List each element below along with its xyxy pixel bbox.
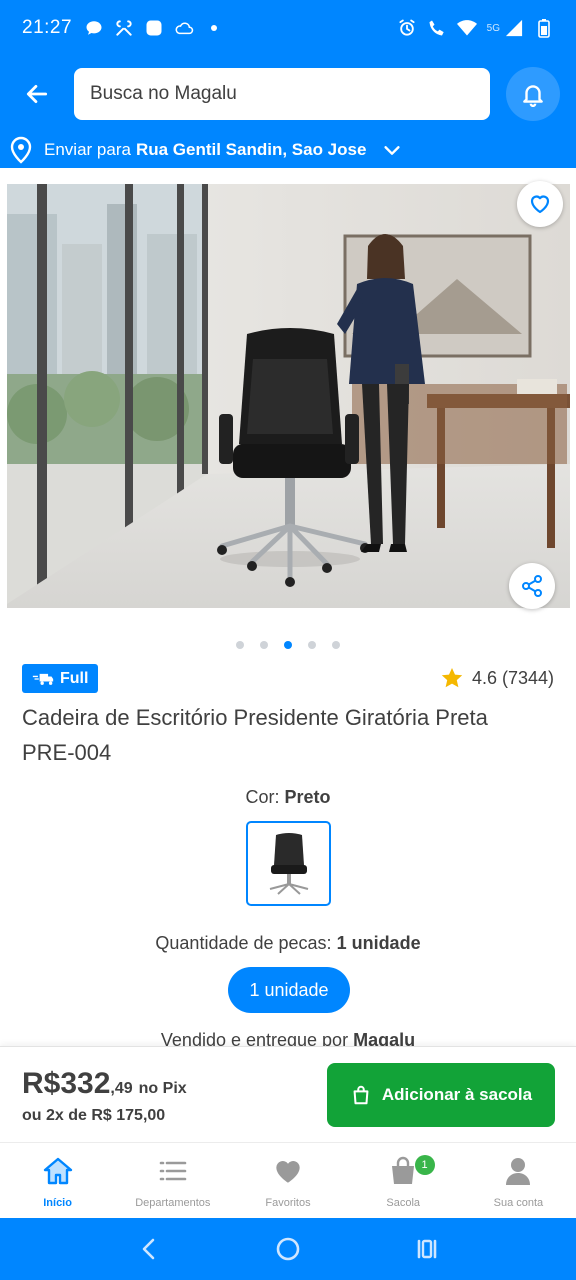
header bbox=[0, 56, 576, 132]
price-cents: ,49 bbox=[110, 1080, 133, 1097]
quantity-label-text: Quantidade de pecas: bbox=[155, 933, 332, 953]
heart-outline-icon bbox=[530, 195, 550, 214]
nav-label: Sacola bbox=[386, 1197, 421, 1209]
chevron-down-icon bbox=[380, 138, 404, 162]
status-time: 21:27 bbox=[22, 17, 73, 38]
product-gallery bbox=[0, 168, 576, 623]
location-pin-icon bbox=[8, 136, 34, 164]
nav-sacola[interactable]: 1 Sacola bbox=[346, 1143, 461, 1218]
gallery-dot[interactable] bbox=[332, 641, 340, 649]
full-badge: Full bbox=[22, 664, 99, 693]
delivery-address[interactable]: Enviar para Rua Gentil Sandin, Sao Jose bbox=[0, 132, 576, 168]
android-recents-button[interactable] bbox=[407, 1229, 447, 1269]
nav-label: Favoritos bbox=[265, 1197, 311, 1209]
back-button[interactable] bbox=[16, 73, 58, 115]
color-option-preto[interactable] bbox=[246, 821, 331, 906]
price-integer: R$332 bbox=[22, 1067, 111, 1100]
system-icons: 5G bbox=[397, 18, 554, 38]
rating-value: 4.6 (7344) bbox=[471, 667, 554, 688]
share-button[interactable] bbox=[509, 563, 555, 609]
address-street: Rua Gentil Sandin, Sao Jose bbox=[135, 140, 367, 159]
user-icon bbox=[502, 1155, 534, 1187]
cloud-icon bbox=[174, 18, 194, 38]
shopping-bag-icon bbox=[353, 1085, 369, 1105]
quantity-label: Quantidade de pecas: 1 unidade bbox=[0, 933, 576, 954]
nav-favoritos[interactable]: Favoritos bbox=[230, 1143, 345, 1218]
android-back-button[interactable] bbox=[129, 1229, 169, 1269]
alarm-icon bbox=[397, 18, 417, 38]
nav-label: Início bbox=[43, 1197, 72, 1209]
signal-icon bbox=[504, 18, 524, 38]
star-icon bbox=[441, 668, 463, 688]
call-icon bbox=[427, 18, 447, 38]
notification-icons bbox=[84, 18, 224, 38]
wifi-icon bbox=[456, 18, 477, 38]
product-rating[interactable]: 4.6 (7344) bbox=[440, 666, 554, 690]
notifications-button[interactable] bbox=[506, 67, 560, 121]
nav-sua-conta[interactable]: Sua conta bbox=[461, 1143, 576, 1218]
chevron-left-icon bbox=[143, 1238, 155, 1260]
tools-icon bbox=[114, 18, 134, 38]
share-icon bbox=[522, 575, 542, 597]
gallery-dot[interactable] bbox=[260, 641, 268, 649]
nav-label: Sua conta bbox=[493, 1197, 544, 1209]
status-bar: 21:27 5G bbox=[0, 0, 576, 56]
quantity-option-button[interactable]: 1 unidade bbox=[228, 967, 350, 1013]
bag-count-badge: 1 bbox=[414, 1155, 435, 1175]
circle-home-icon bbox=[276, 1237, 300, 1261]
recents-icon bbox=[417, 1239, 436, 1259]
color-value: Preto bbox=[284, 787, 331, 807]
nav-label: Departamentos bbox=[135, 1197, 211, 1209]
favorite-button[interactable] bbox=[517, 181, 563, 227]
android-navigation-bar bbox=[0, 1218, 576, 1280]
add-to-bag-button[interactable]: Adicionar à sacola bbox=[327, 1063, 555, 1127]
gallery-dot[interactable] bbox=[308, 641, 316, 649]
app-icon bbox=[144, 18, 164, 38]
bag-icon bbox=[387, 1155, 419, 1187]
price-main: R$332 ,49 no Pix bbox=[22, 1067, 187, 1101]
search-box[interactable] bbox=[74, 68, 490, 120]
gallery-dot-active[interactable] bbox=[284, 641, 292, 649]
address-prefix: Enviar para bbox=[44, 140, 131, 159]
network-type: 5G bbox=[486, 22, 500, 34]
nav-departamentos[interactable]: Departamentos bbox=[115, 1143, 230, 1218]
full-badge-label: Full bbox=[60, 669, 89, 687]
price-pix-label: no Pix bbox=[138, 1080, 187, 1097]
product-image[interactable] bbox=[7, 184, 570, 608]
gallery-dot[interactable] bbox=[236, 641, 244, 649]
more-dot-icon bbox=[204, 18, 224, 38]
heart-icon bbox=[272, 1155, 304, 1187]
nav-inicio[interactable]: Início bbox=[0, 1143, 115, 1218]
color-label: Cor: bbox=[245, 787, 280, 807]
search-input[interactable] bbox=[90, 83, 474, 105]
arrow-left-icon bbox=[26, 85, 48, 103]
bell-icon bbox=[523, 85, 543, 107]
truck-icon bbox=[32, 673, 54, 685]
list-icon bbox=[157, 1155, 189, 1187]
price-installments: ou 2x de R$ 175,00 bbox=[22, 1107, 166, 1124]
product-title: Cadeira de Escritório Presidente Giratór… bbox=[22, 705, 488, 765]
gallery-pagination bbox=[0, 641, 576, 649]
price-bar: R$332 ,49 no Pix ou 2x de R$ 175,00 Adic… bbox=[0, 1046, 576, 1142]
home-icon bbox=[42, 1155, 74, 1187]
chair-thumbnail-icon bbox=[269, 832, 308, 895]
color-selector-label: Cor: Preto bbox=[0, 787, 576, 808]
quantity-value: 1 unidade bbox=[336, 933, 421, 953]
chat-icon bbox=[84, 18, 104, 38]
android-home-button[interactable] bbox=[268, 1229, 308, 1269]
bottom-navigation: Início Departamentos Favoritos 1 Sacola … bbox=[0, 1142, 576, 1218]
battery-icon bbox=[534, 18, 554, 38]
add-to-bag-label: Adicionar à sacola bbox=[381, 1085, 533, 1104]
